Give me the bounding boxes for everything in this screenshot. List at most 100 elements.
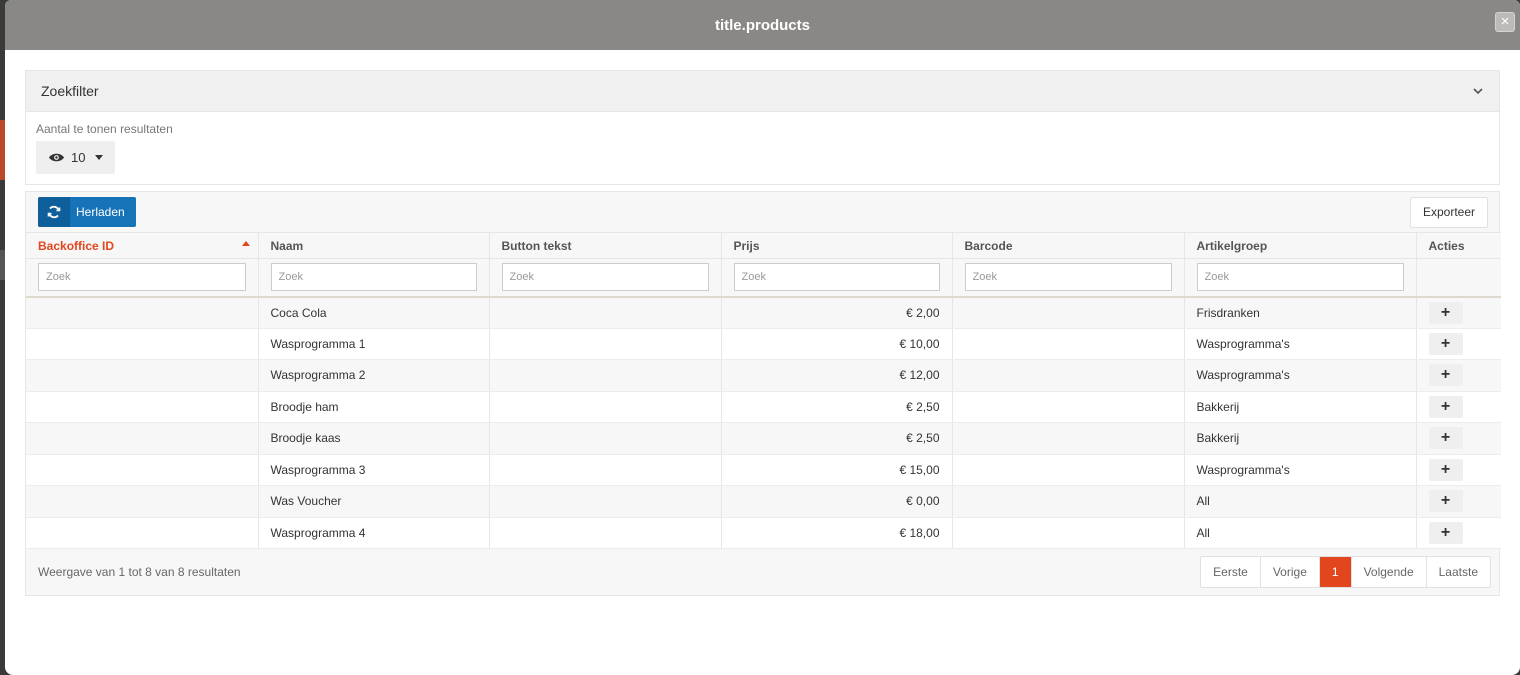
cell-prijs: € 0,00 bbox=[721, 485, 953, 518]
cell-acties: + bbox=[1416, 485, 1501, 518]
add-button[interactable]: + bbox=[1428, 490, 1463, 513]
cell-button-tekst bbox=[489, 359, 722, 392]
pager-first[interactable]: Eerste bbox=[1201, 557, 1261, 587]
cell-prijs: € 18,00 bbox=[721, 517, 953, 549]
cell-button-tekst bbox=[489, 454, 722, 486]
table-row[interactable]: Broodje kaas € 2,50 Bakkerij + bbox=[26, 422, 1501, 455]
search-input-barcode[interactable] bbox=[964, 263, 1172, 292]
search-input-backoffice-id[interactable] bbox=[38, 263, 246, 292]
modal-header: title.products × bbox=[5, 0, 1520, 50]
eye-icon bbox=[49, 153, 64, 162]
search-input-artikelgroep[interactable] bbox=[1196, 263, 1404, 292]
cell-artikelgroep: Frisdranken bbox=[1184, 296, 1417, 329]
cell-prijs: € 12,00 bbox=[721, 359, 953, 392]
cell-barcode bbox=[952, 391, 1185, 423]
pager-next[interactable]: Volgende bbox=[1352, 557, 1427, 587]
cell-naam: Was Voucher bbox=[258, 485, 490, 518]
cell-backoffice-id bbox=[26, 454, 259, 486]
grid-footer: Weergave van 1 tot 8 van 8 resultaten Ee… bbox=[26, 549, 1499, 595]
cell-acties: + bbox=[1416, 422, 1501, 455]
results-count-label: Aantal te tonen resultaten bbox=[36, 122, 173, 136]
pager-prev[interactable]: Vorige bbox=[1261, 557, 1320, 587]
column-header-acties: Acties bbox=[1416, 232, 1501, 259]
cell-acties: + bbox=[1416, 391, 1501, 423]
products-modal: title.products × Zoekfilter Aantal te to… bbox=[5, 0, 1520, 675]
column-header-prijs[interactable]: Prijs bbox=[721, 232, 953, 259]
cell-prijs: € 2,50 bbox=[721, 391, 953, 423]
results-count-value: 10 bbox=[71, 150, 86, 165]
cell-button-tekst bbox=[489, 485, 722, 518]
table-row[interactable]: Wasprogramma 1 € 10,00 Wasprogramma's + bbox=[26, 328, 1501, 360]
products-grid: Herladen Exporteer Backoffice ID Naam Bu… bbox=[25, 191, 1501, 596]
cell-button-tekst bbox=[489, 517, 722, 549]
header-row: Backoffice ID Naam Button tekst Prijs Ba… bbox=[26, 232, 1501, 259]
cell-backoffice-id bbox=[26, 391, 259, 423]
add-button[interactable]: + bbox=[1428, 458, 1463, 481]
add-button[interactable]: + bbox=[1428, 427, 1463, 450]
cell-barcode bbox=[952, 328, 1185, 360]
cell-barcode bbox=[952, 454, 1185, 486]
cell-barcode bbox=[952, 359, 1185, 392]
close-button[interactable]: × bbox=[1495, 12, 1515, 32]
reload-label: Herladen bbox=[76, 205, 125, 219]
search-filter-title: Zoekfilter bbox=[41, 83, 99, 99]
cell-naam: Broodje ham bbox=[258, 391, 490, 423]
add-button[interactable]: + bbox=[1428, 521, 1463, 544]
cell-artikelgroep: Bakkerij bbox=[1184, 391, 1417, 423]
results-summary: Weergave van 1 tot 8 van 8 resultaten bbox=[38, 565, 241, 579]
cell-button-tekst bbox=[489, 391, 722, 423]
table-row[interactable]: Wasprogramma 2 € 12,00 Wasprogramma's + bbox=[26, 359, 1501, 392]
cell-backoffice-id bbox=[26, 359, 259, 392]
add-button[interactable]: + bbox=[1428, 364, 1463, 387]
cell-acties: + bbox=[1416, 296, 1501, 329]
add-button[interactable]: + bbox=[1428, 301, 1463, 324]
search-input-prijs[interactable] bbox=[733, 263, 940, 292]
cell-acties: + bbox=[1416, 517, 1501, 549]
cell-artikelgroep: All bbox=[1184, 517, 1417, 549]
search-input-naam[interactable] bbox=[270, 263, 477, 292]
table-row[interactable]: Broodje ham € 2,50 Bakkerij + bbox=[26, 391, 1501, 423]
cell-prijs: € 2,00 bbox=[721, 296, 953, 329]
column-header-button-tekst[interactable]: Button tekst bbox=[489, 232, 722, 259]
add-button[interactable]: + bbox=[1428, 395, 1463, 418]
table-row[interactable]: Coca Cola € 2,00 Frisdranken + bbox=[26, 296, 1501, 329]
cell-artikelgroep: Wasprogramma's bbox=[1184, 359, 1417, 392]
cell-naam: Wasprogramma 4 bbox=[258, 517, 490, 549]
products-table: Backoffice ID Naam Button tekst Prijs Ba… bbox=[26, 232, 1501, 549]
cell-button-tekst bbox=[489, 422, 722, 455]
cell-naam: Wasprogramma 2 bbox=[258, 359, 490, 392]
column-header-artikelgroep[interactable]: Artikelgroep bbox=[1184, 232, 1417, 259]
table-row[interactable]: Was Voucher € 0,00 All + bbox=[26, 485, 1501, 518]
column-header-barcode[interactable]: Barcode bbox=[952, 232, 1185, 259]
table-row[interactable]: Wasprogramma 3 € 15,00 Wasprogramma's + bbox=[26, 454, 1501, 486]
column-filter-row bbox=[26, 258, 1501, 298]
cell-backoffice-id bbox=[26, 328, 259, 360]
empty-filter-cell bbox=[1416, 258, 1501, 298]
cell-artikelgroep: All bbox=[1184, 485, 1417, 518]
add-button[interactable]: + bbox=[1428, 332, 1463, 355]
cell-backoffice-id bbox=[26, 517, 259, 549]
cell-button-tekst bbox=[489, 328, 722, 360]
export-button[interactable]: Exporteer bbox=[1409, 196, 1488, 228]
cell-prijs: € 15,00 bbox=[721, 454, 953, 486]
cell-acties: + bbox=[1416, 328, 1501, 360]
table-row[interactable]: Wasprogramma 4 € 18,00 All + bbox=[26, 517, 1501, 549]
reload-button[interactable]: Herladen bbox=[38, 197, 136, 227]
search-filter-body: Aantal te tonen resultaten 10 bbox=[26, 112, 1499, 184]
cell-barcode bbox=[952, 485, 1185, 518]
search-filter-panel: Zoekfilter Aantal te tonen resultaten 10 bbox=[25, 70, 1500, 185]
column-header-naam[interactable]: Naam bbox=[258, 232, 490, 259]
cell-naam: Coca Cola bbox=[258, 296, 490, 329]
caret-down-icon bbox=[95, 155, 104, 160]
chevron-down-icon bbox=[1473, 88, 1483, 95]
search-filter-toggle[interactable]: Zoekfilter bbox=[26, 71, 1499, 112]
pager-last[interactable]: Laatste bbox=[1427, 557, 1490, 587]
cell-acties: + bbox=[1416, 359, 1501, 392]
cell-naam: Broodje kaas bbox=[258, 422, 490, 455]
pager-current-page[interactable]: 1 bbox=[1319, 557, 1352, 587]
cell-artikelgroep: Wasprogramma's bbox=[1184, 454, 1417, 486]
results-count-select[interactable]: 10 bbox=[36, 141, 116, 174]
search-input-button-tekst[interactable] bbox=[501, 263, 709, 292]
pagination: Eerste Vorige 1 Volgende Laatste bbox=[1200, 556, 1491, 588]
column-header-backoffice-id[interactable]: Backoffice ID bbox=[26, 232, 259, 259]
